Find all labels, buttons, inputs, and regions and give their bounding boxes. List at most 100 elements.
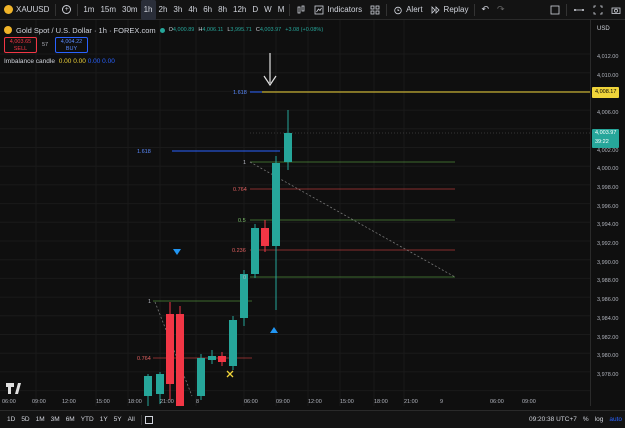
candle-countdown: 39:22: [595, 139, 609, 145]
chart-pane[interactable]: 1.618 1.618 1 0.764 0.5 0.236 0 1 0.764: [0, 20, 590, 406]
time-tick-label: 15:00: [96, 399, 110, 405]
templates-button[interactable]: [366, 0, 384, 20]
price-tick-label: 3,990.00: [597, 259, 619, 266]
range-5d[interactable]: 5D: [18, 416, 32, 423]
currency-label[interactable]: USD: [597, 26, 610, 32]
candle-body: [156, 374, 164, 394]
timeframe-m[interactable]: M: [275, 0, 288, 20]
legend-title[interactable]: Gold Spot / U.S. Dollar · 1h · FOREX.com: [16, 26, 156, 35]
timeframe-group: 1m 15m 30m 1h 2h 3h 4h 6h 8h 12h D W M: [80, 0, 287, 20]
range-1m[interactable]: 1M: [33, 416, 48, 423]
candle-body: [261, 228, 269, 246]
divider: [77, 3, 79, 16]
candle-body: [208, 356, 216, 360]
timeframe-6h[interactable]: 6h: [200, 0, 215, 20]
ohlc-open: O4,000.89: [168, 27, 195, 33]
top-toolbar: XAUUSD + 1m 15m 30m 1h 2h 3h 4h 6h 8h 12h D W M Indi…: [0, 0, 625, 20]
time-tick-label: 18:00: [374, 399, 388, 405]
buy-label: BUY: [65, 46, 78, 52]
indicators-icon: [315, 5, 324, 14]
divider: [474, 3, 476, 16]
timeframe-15m[interactable]: 15m: [97, 0, 119, 20]
candles-icon: [298, 5, 305, 13]
percent-toggle[interactable]: %: [580, 416, 592, 423]
replay-icon: [431, 5, 440, 14]
ohlc-close: C4,003.97: [255, 27, 282, 33]
calendar-icon[interactable]: [144, 415, 153, 424]
undo-button[interactable]: ↶: [477, 0, 493, 20]
sell-price: 4,003.65: [9, 39, 32, 45]
fullscreen-button[interactable]: [589, 0, 607, 20]
divider: [566, 3, 567, 16]
indicators-button[interactable]: Indicators: [310, 0, 366, 20]
timeframe-30m[interactable]: 30m: [119, 0, 141, 20]
candle-body: [251, 228, 259, 274]
candle-body: [144, 376, 152, 396]
range-divider: [140, 414, 142, 425]
fib-label-0236: 0.236: [232, 248, 246, 254]
chart-legend: Gold Spot / U.S. Dollar · 1h · FOREX.com…: [4, 24, 323, 36]
clock[interactable]: 09:20:38 UTC+7: [526, 416, 580, 423]
time-tick-label: 06:00: [490, 399, 504, 405]
price-tick-label: 3,998.00: [597, 184, 619, 191]
buy-button[interactable]: 4,004.22 BUY: [55, 37, 88, 53]
range-all[interactable]: All: [125, 416, 138, 423]
timeframe-1m[interactable]: 1m: [80, 0, 97, 20]
timeframe-d[interactable]: D: [249, 0, 261, 20]
chart-type-button[interactable]: [292, 0, 310, 20]
imbalance-value-4: 0.00: [102, 58, 115, 65]
screenshot-button[interactable]: [607, 0, 625, 20]
ohlc-low: L3,995.71: [227, 27, 252, 33]
range-1y[interactable]: 1Y: [97, 416, 111, 423]
log-toggle[interactable]: log: [592, 416, 607, 423]
replay-button[interactable]: Replay: [427, 0, 473, 20]
imbalance-indicator-legend[interactable]: Imbalance candle 0.00 0.00 0.00 0.00: [4, 58, 115, 65]
timeframe-4h[interactable]: 4h: [185, 0, 200, 20]
range-6m[interactable]: 6M: [63, 416, 78, 423]
timeframe-2h[interactable]: 2h: [156, 0, 171, 20]
candle-body: [229, 320, 237, 366]
camera-icon: [611, 7, 621, 14]
time-tick-label: 9: [440, 399, 444, 405]
candle-body: [218, 356, 226, 362]
fib-label-1618: 1.618: [137, 149, 151, 155]
price-tick-label: 4,010.00: [597, 72, 619, 79]
symbol-selector[interactable]: XAUUSD: [0, 0, 53, 20]
symbol-name: XAUUSD: [16, 5, 50, 14]
range-1d[interactable]: 1D: [4, 416, 18, 423]
candle-body: [197, 358, 205, 396]
range-5y[interactable]: 5Y: [111, 416, 125, 423]
indicators-label: Indicators: [327, 5, 363, 14]
timeframe-w[interactable]: W: [261, 0, 275, 20]
chart-canvas[interactable]: 1.618 1.618 1 0.764 0.5 0.236 0 1 0.764: [0, 20, 590, 406]
window-icon: [550, 5, 560, 14]
current-price: 4,003.97: [595, 130, 617, 136]
range-ytd[interactable]: YTD: [78, 416, 97, 423]
range-3m[interactable]: 3M: [48, 416, 63, 423]
sell-button[interactable]: 4,003.65 SELL: [4, 37, 37, 53]
compare-button[interactable]: +: [58, 0, 75, 20]
redo-button[interactable]: ↷: [493, 0, 509, 20]
time-tick-label: 06:00: [244, 399, 258, 405]
timeframe-3h[interactable]: 3h: [170, 0, 185, 20]
timeframe-8h[interactable]: 8h: [215, 0, 230, 20]
candle-body: [166, 314, 174, 384]
gold-logo-icon: [4, 26, 12, 34]
price-tick-label: 3,980.00: [597, 353, 619, 360]
auto-toggle[interactable]: auto: [606, 416, 625, 423]
timeframe-1h[interactable]: 1h: [140, 0, 156, 20]
timeframe-12h[interactable]: 12h: [230, 0, 249, 20]
time-axis[interactable]: 06:00 09:00 12:00 15:00 18:00 21:00 8 06:00 09:0…: [0, 396, 590, 410]
time-tick-label: 21:00: [160, 399, 174, 405]
alert-button[interactable]: Alert: [389, 0, 426, 20]
imbalance-value-3: 0.00: [87, 58, 101, 65]
price-axis[interactable]: USD 4,012.004,010.004,008.004,006.004,00…: [590, 20, 625, 406]
line-tool-button[interactable]: [569, 0, 589, 20]
layout-button[interactable]: [546, 0, 564, 20]
time-tick-label: 12:00: [308, 399, 322, 405]
fullscreen-icon: [593, 5, 603, 14]
price-tick-label: 3,978.00: [597, 371, 619, 378]
price-tick-label: 3,986.00: [597, 297, 619, 304]
layout-grid-icon: [370, 5, 380, 14]
divider: [289, 3, 291, 16]
